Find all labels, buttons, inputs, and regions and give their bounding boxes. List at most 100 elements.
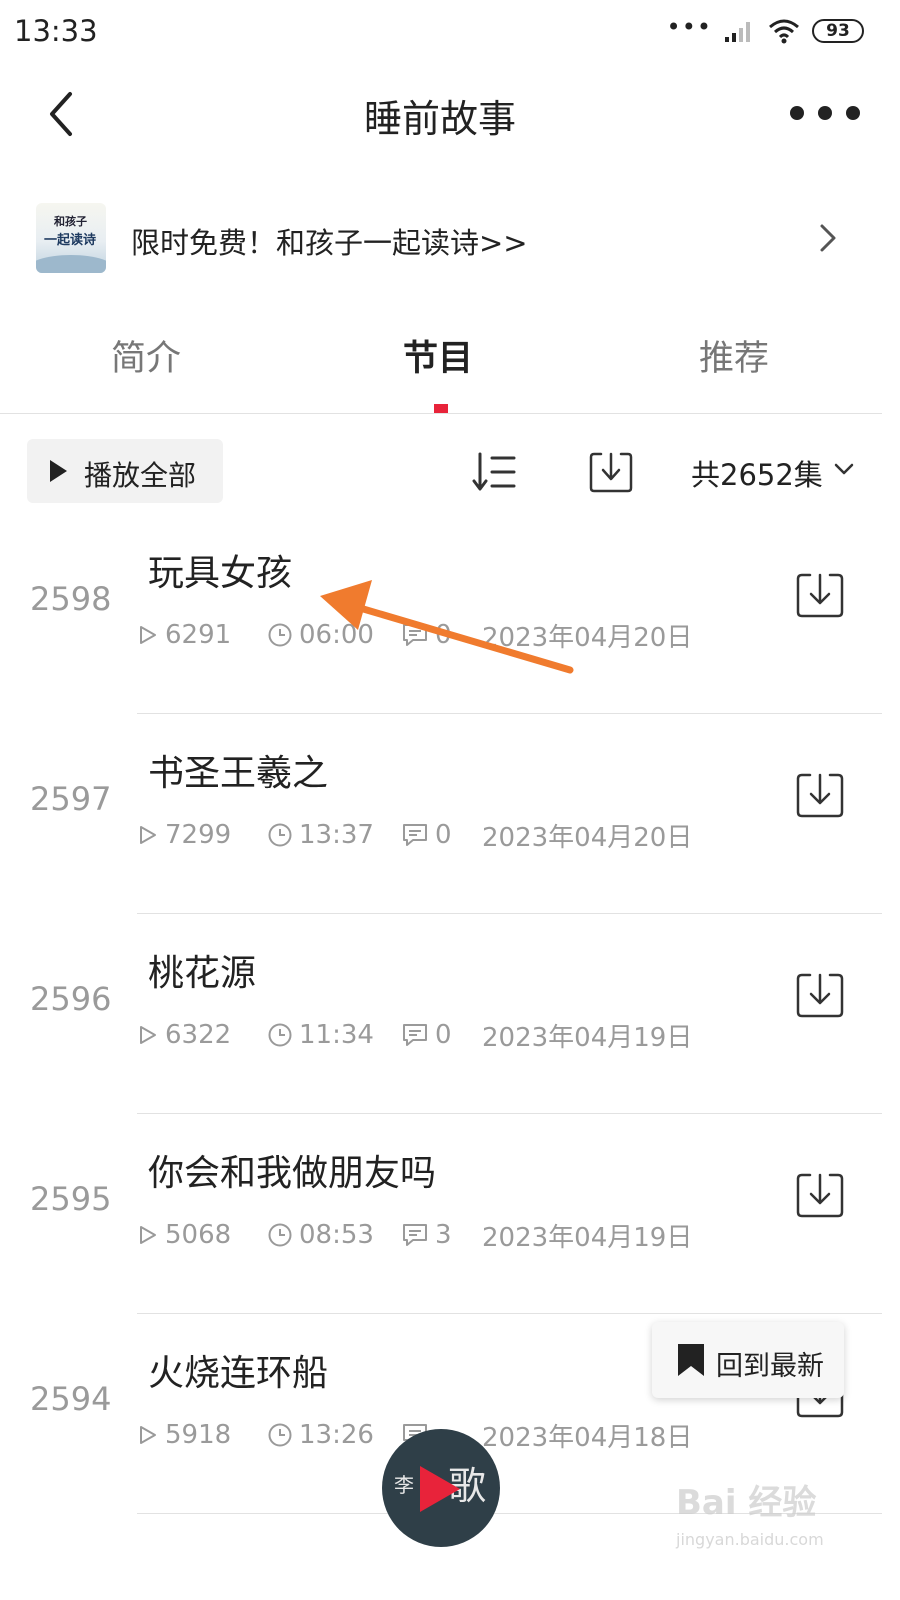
tab-bar: 简介 节目 推荐 <box>0 318 880 414</box>
duration-value: 13:26 <box>299 1420 374 1450</box>
episode-count[interactable]: 共2652集 <box>691 452 823 494</box>
publish-date: 2023年04月20日 <box>482 822 693 853</box>
player-cover-text-left: 李 <box>394 1473 414 1497</box>
publish-date: 2023年04月20日 <box>482 622 693 653</box>
comment-count-value: 0 <box>435 1020 452 1050</box>
top-nav-bar: 睡前故事 <box>0 62 900 166</box>
comment-count: 0 <box>401 818 452 852</box>
duration-value: 11:34 <box>299 1020 374 1050</box>
tab-programs[interactable]: 节目 <box>403 330 473 381</box>
chevron-down-icon[interactable] <box>832 460 856 478</box>
duration-value: 13:37 <box>299 820 374 850</box>
play-count: 5068 <box>137 1218 231 1252</box>
back-to-latest-button[interactable]: 回到最新 <box>652 1322 844 1398</box>
status-time: 13:33 <box>14 14 98 48</box>
download-icon[interactable] <box>795 570 845 620</box>
episode-number: 2597 <box>30 780 112 818</box>
play-count-icon <box>140 1026 156 1044</box>
play-count-value: 6322 <box>165 1020 232 1050</box>
play-count-icon <box>140 626 156 644</box>
download-icon[interactable] <box>795 1170 845 1220</box>
watermark: Bai 经验 jingyan.baidu.com <box>676 1475 824 1549</box>
play-count-value: 5068 <box>165 1220 232 1250</box>
episode-row[interactable]: 2598 玩具女孩 6291 06:00 0 2023年04月20日 <box>0 514 882 714</box>
download-icon[interactable] <box>795 770 845 820</box>
more-dot-icon <box>818 106 832 120</box>
episode-title[interactable]: 火烧连环船 <box>148 1344 328 1396</box>
sort-order-icon[interactable] <box>470 448 518 496</box>
episode-row[interactable]: 2595 你会和我做朋友吗 5068 08:53 3 2023年04月19日 <box>0 1114 882 1314</box>
back-to-latest-label: 回到最新 <box>716 1351 824 1382</box>
episode-number: 2595 <box>30 1180 112 1218</box>
clock-icon <box>268 1223 292 1247</box>
promo-thumbnail: 和孩子 一起读诗 <box>36 203 106 273</box>
download-icon[interactable] <box>795 970 845 1020</box>
episode-number: 2596 <box>30 980 112 1018</box>
duration-value: 08:53 <box>299 1220 374 1250</box>
play-icon <box>420 1466 460 1512</box>
publish-date: 2023年04月19日 <box>482 1022 693 1053</box>
promo-banner[interactable]: 和孩子 一起读诗 限时免费！和孩子一起读诗>> <box>0 200 880 276</box>
play-all-label: 播放全部 <box>84 459 197 492</box>
play-count: 6322 <box>137 1018 231 1052</box>
duration: 13:26 <box>267 1418 374 1452</box>
play-count-value: 7299 <box>165 820 232 850</box>
thumbnail-text-bottom: 一起读诗 <box>44 233 97 248</box>
more-dot-icon <box>790 106 804 120</box>
battery-indicator: 93 <box>812 19 864 43</box>
thumbnail-text-top: 和孩子 <box>54 215 87 228</box>
mini-player-button[interactable]: 李 歌 <box>382 1429 500 1547</box>
comment-count-value: 0 <box>435 820 452 850</box>
comment-count: 3 <box>401 1218 452 1252</box>
wifi-icon <box>769 19 799 44</box>
tab-intro[interactable]: 简介 <box>111 330 181 381</box>
divider <box>0 413 882 414</box>
status-bar: 13:33 ••• 93 <box>0 0 900 62</box>
comment-icon <box>403 1024 427 1046</box>
tab-recommend[interactable]: 推荐 <box>699 330 769 381</box>
batch-download-icon[interactable] <box>588 448 634 494</box>
duration: 13:37 <box>267 818 374 852</box>
signal-icon <box>725 22 750 42</box>
play-all-button[interactable]: 播放全部 <box>27 439 223 503</box>
episode-number: 2594 <box>30 1380 112 1418</box>
play-count-icon <box>140 1226 156 1244</box>
comment-icon <box>403 1224 427 1246</box>
play-count-value: 6291 <box>165 620 232 650</box>
episode-title[interactable]: 桃花源 <box>148 944 256 996</box>
status-icons: ••• 93 <box>666 13 864 46</box>
publish-date: 2023年04月18日 <box>482 1422 693 1453</box>
publish-date: 2023年04月19日 <box>482 1222 693 1253</box>
episode-title[interactable]: 玩具女孩 <box>148 544 292 596</box>
duration: 11:34 <box>267 1018 374 1052</box>
watermark-logo: Bai 经验 <box>676 1483 817 1523</box>
promo-text: 限时免费！和孩子一起读诗>> <box>131 226 528 260</box>
comment-count-value: 0 <box>435 620 452 650</box>
page-title: 睡前故事 <box>363 97 516 141</box>
episode-row[interactable]: 2597 书圣王羲之 7299 13:37 0 2023年04月20日 <box>0 714 882 914</box>
notification-dots-icon: ••• <box>666 13 712 41</box>
duration: 06:00 <box>267 618 374 652</box>
episode-number: 2598 <box>30 580 112 618</box>
duration: 08:53 <box>267 1218 374 1252</box>
play-count-value: 5918 <box>165 1420 232 1450</box>
clock-icon <box>268 1023 292 1047</box>
more-dot-icon <box>846 106 860 120</box>
clock-icon <box>268 1423 292 1447</box>
thumbnail-landscape <box>36 255 106 273</box>
clock-icon <box>268 823 292 847</box>
more-options-button[interactable] <box>790 100 860 126</box>
comment-icon <box>403 624 427 646</box>
comment-count-value: 3 <box>435 1220 452 1250</box>
play-count: 5918 <box>137 1418 231 1452</box>
play-count-icon <box>140 826 156 844</box>
chevron-right-icon <box>820 224 836 252</box>
bookmark-icon <box>678 1344 704 1376</box>
episode-title[interactable]: 书圣王羲之 <box>148 744 328 796</box>
duration-value: 06:00 <box>299 620 374 650</box>
comment-count: 0 <box>401 1018 452 1052</box>
comment-count: 0 <box>401 618 452 652</box>
episode-row[interactable]: 2596 桃花源 6322 11:34 0 2023年04月19日 <box>0 914 882 1114</box>
episode-title[interactable]: 你会和我做朋友吗 <box>148 1144 436 1196</box>
play-count: 7299 <box>137 818 231 852</box>
